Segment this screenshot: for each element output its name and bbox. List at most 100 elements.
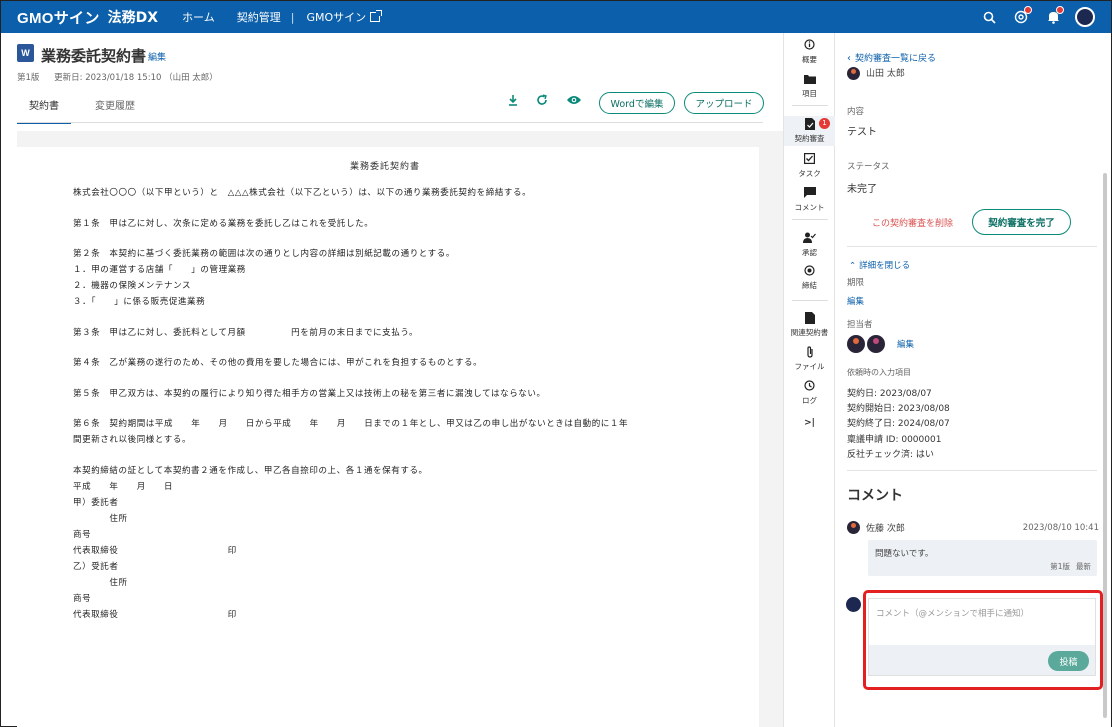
requester-row: 山田 太郎 [847, 66, 905, 80]
requester-name: 山田 太郎 [866, 69, 905, 79]
delete-review-link[interactable]: この契約審査を削除 [872, 216, 953, 229]
main-nav: ホーム 契約管理 | GMOサイン [182, 9, 402, 25]
deadline-edit-link[interactable]: 編集 [847, 295, 864, 307]
rail-collapse-icon[interactable]: >| [784, 418, 835, 428]
icon-rail: 概要 項目 契約審査 1 タスク コメント 承認 締結 関連契約書 ファイル ロ… [783, 33, 835, 727]
paper-line: 商号 [73, 529, 92, 540]
avatar [1075, 7, 1095, 27]
paper-line: 第１条 甲は乙に対し、次条に定める業務を委託し乙はこれを受託した。 [73, 218, 374, 229]
rail-signing-label: 締結 [802, 281, 817, 290]
paper-line: 平成 年 月 日 [73, 481, 174, 492]
rail-overview[interactable]: 概要 [784, 39, 835, 65]
rail-log-label: ログ [802, 396, 817, 405]
notification-badge [1056, 6, 1064, 14]
back-to-review-list-link[interactable]: ‹ 契約審査一覧に戻る [847, 51, 936, 64]
nav-contract-management[interactable]: 契約管理 [237, 9, 281, 25]
top-bar: GMOサイン 法務DX ホーム 契約管理 | GMOサイン [1, 1, 1111, 33]
rail-approval-label: 承認 [802, 248, 817, 257]
panel-scrollbar[interactable] [1103, 173, 1107, 718]
document-icon [784, 312, 835, 326]
paper-line: 間更新され以後同様とする。 [73, 435, 192, 445]
task-checkbox-icon [784, 153, 835, 167]
rail-task[interactable]: タスク [784, 153, 835, 179]
bell-icon[interactable] [1037, 1, 1069, 33]
upload-button[interactable]: アップロード [684, 92, 764, 114]
rail-log[interactable]: ログ [784, 380, 835, 406]
rail-files-label: ファイル [794, 362, 825, 371]
download-icon[interactable] [504, 94, 522, 112]
tab-change-history[interactable]: 変更履歴 [83, 93, 147, 124]
content-label: 内容 [847, 107, 865, 117]
gmo-sign-logo[interactable]: GMOサイン [17, 7, 100, 28]
collapse-details-link[interactable]: ⌃ 詳細を閉じる [849, 259, 910, 271]
rail-overview-label: 概要 [802, 55, 817, 64]
assignee-edit-link[interactable]: 編集 [897, 338, 914, 350]
complete-review-button[interactable]: 契約審査を完了 [972, 209, 1071, 235]
rail-files[interactable]: ファイル [784, 346, 835, 372]
mention-badge [1024, 6, 1032, 14]
title-edit-link[interactable]: 編集 [148, 50, 166, 63]
rail-contract-review[interactable]: 契約審査 1 [784, 116, 835, 146]
comment-input[interactable]: コメント（@メンションで相手に通知） 投稿 [868, 598, 1096, 676]
input-item-antisocial-check: 反社チェック済: はい [847, 449, 934, 460]
document-title: 業務委託契約書 [41, 47, 147, 65]
rail-comment-label: コメント [794, 203, 825, 212]
input-item-end-date: 契約終了日: 2024/08/07 [847, 419, 950, 430]
comments-heading: コメント [847, 488, 903, 504]
tab-contract[interactable]: 契約書 [17, 93, 71, 124]
comment-version: 第1版 [1050, 562, 1070, 571]
paper-line: 第２条 本契約に基づく委託業務の範囲は次の通りとし内容の詳細は別紙記載の通りとす… [73, 249, 455, 259]
paper-line: 甲）委託者 [73, 497, 119, 508]
comment-meta: 第1版 最新 [1044, 561, 1091, 572]
collapse-details-label: 詳細を閉じる [859, 261, 911, 271]
status-value: 未完了 [847, 184, 877, 195]
mention-icon[interactable] [1005, 1, 1037, 33]
comment-placeholder: コメント（@メンションで相手に通知） [876, 609, 1030, 619]
approval-user-icon [784, 232, 835, 246]
info-icon [784, 39, 835, 53]
rail-signing[interactable]: 締結 [784, 265, 835, 291]
word-edit-button[interactable]: Wordで編集 [599, 92, 675, 114]
nav-gmo-sign-label: GMOサイン [306, 11, 367, 24]
document-version: 第1版 [17, 73, 40, 83]
rail-comment[interactable]: コメント [784, 187, 835, 213]
avatar [847, 521, 860, 534]
input-item-ringi-id: 稟議申請 ID: 0000001 [847, 434, 942, 445]
rail-divider [792, 300, 828, 301]
content-value: テスト [847, 127, 877, 138]
paper-line: ２．機器の保険メンテナンス [73, 281, 192, 291]
preview-eye-icon[interactable] [565, 94, 583, 112]
rail-approval[interactable]: 承認 [784, 232, 835, 258]
panel-divider [847, 246, 1097, 247]
user-avatar[interactable] [1069, 1, 1101, 33]
rail-divider [792, 219, 828, 220]
external-link-icon [370, 10, 383, 22]
rail-contract-review-label: 契約審査 [794, 134, 825, 143]
comment-icon [784, 187, 835, 201]
chevron-up-icon: ⌃ [849, 261, 857, 271]
top-icons [973, 1, 1101, 33]
refresh-icon[interactable] [533, 94, 551, 112]
paper-line: 住所 [73, 577, 128, 588]
paper-line: 株式会社〇〇〇（以下甲という）と △△△株式会社（以下乙という）は、以下の通り業… [73, 188, 532, 198]
document-page: 業務委託契約書 株式会社〇〇〇（以下甲という）と △△△株式会社（以下乙という）… [17, 147, 759, 727]
rail-related-contracts[interactable]: 関連契約書 [784, 312, 835, 338]
avatar [846, 597, 861, 612]
input-items-list: 契約日: 2023/08/07 契約開始日: 2023/08/08 契約終了日:… [847, 387, 950, 463]
paper-line: 第５条 甲乙双方は、本契約の履行により知り得た相手方の営業上又は技術上の秘を第三… [73, 388, 546, 399]
paper-line: 代表取締役 印 [73, 609, 237, 620]
post-comment-button[interactable]: 投稿 [1048, 651, 1089, 671]
nav-gmo-sign-external[interactable]: GMOサイン [306, 9, 383, 25]
back-link-label: 契約審査一覧に戻る [855, 54, 937, 64]
nav-home[interactable]: ホーム [182, 9, 215, 25]
paper-title: 業務委託契約書 [350, 162, 421, 172]
comment-header: 佐藤 次郎 2023/08/10 10:41 [847, 521, 1099, 534]
status-label: ステータス [847, 162, 890, 172]
avatar [847, 67, 860, 80]
input-item-start-date: 契約開始日: 2023/08/08 [847, 404, 950, 415]
paper-line: 商号 [73, 593, 92, 604]
rail-items[interactable]: 項目 [784, 73, 835, 99]
search-icon[interactable] [973, 1, 1005, 33]
input-item-contract-date: 契約日: 2023/08/07 [847, 389, 932, 399]
paper-line: 第６条 契約期間は平成 年 月 日から平成 年 月 日までの１年とし、甲又は乙の… [73, 419, 629, 429]
